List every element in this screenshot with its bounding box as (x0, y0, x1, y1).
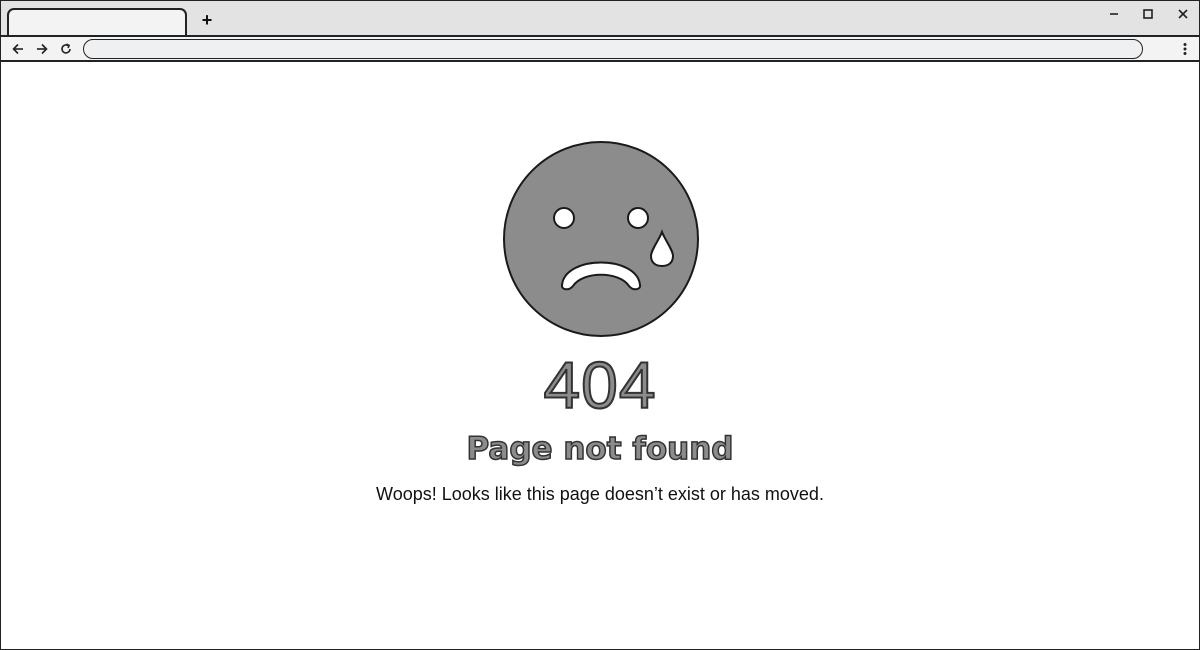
close-icon (1178, 9, 1188, 19)
address-bar[interactable] (83, 39, 1143, 59)
maximize-icon (1143, 9, 1153, 19)
browser-tab[interactable] (7, 8, 187, 35)
minimize-button[interactable] (1105, 5, 1123, 23)
page-content: 404 Page not found Woops! Looks like thi… (1, 62, 1199, 649)
tab-strip: + (1, 1, 1199, 35)
reload-icon (61, 43, 71, 54)
forward-button[interactable] (34, 41, 50, 57)
back-arrow-icon (12, 43, 23, 55)
new-tab-button[interactable]: + (198, 11, 216, 29)
minimize-icon (1110, 13, 1118, 15)
browser-toolbar (1, 35, 1199, 62)
forward-arrow-icon (37, 43, 48, 55)
kebab-menu-icon (1183, 43, 1187, 55)
browser-window: + 404 Page not found Woops! Looks like t… (0, 0, 1200, 650)
plus-icon: + (201, 10, 213, 30)
error-message: Woops! Looks like this page doesn’t exis… (376, 484, 824, 504)
reload-button[interactable] (58, 41, 74, 57)
error-code: 404 (542, 348, 657, 422)
browser-menu-button[interactable] (1179, 41, 1191, 57)
close-button[interactable] (1174, 5, 1192, 23)
page-title: Page not found (466, 431, 734, 467)
maximize-button[interactable] (1139, 5, 1157, 23)
sad-face-with-tear-icon (503, 141, 699, 337)
back-button[interactable] (10, 41, 26, 57)
